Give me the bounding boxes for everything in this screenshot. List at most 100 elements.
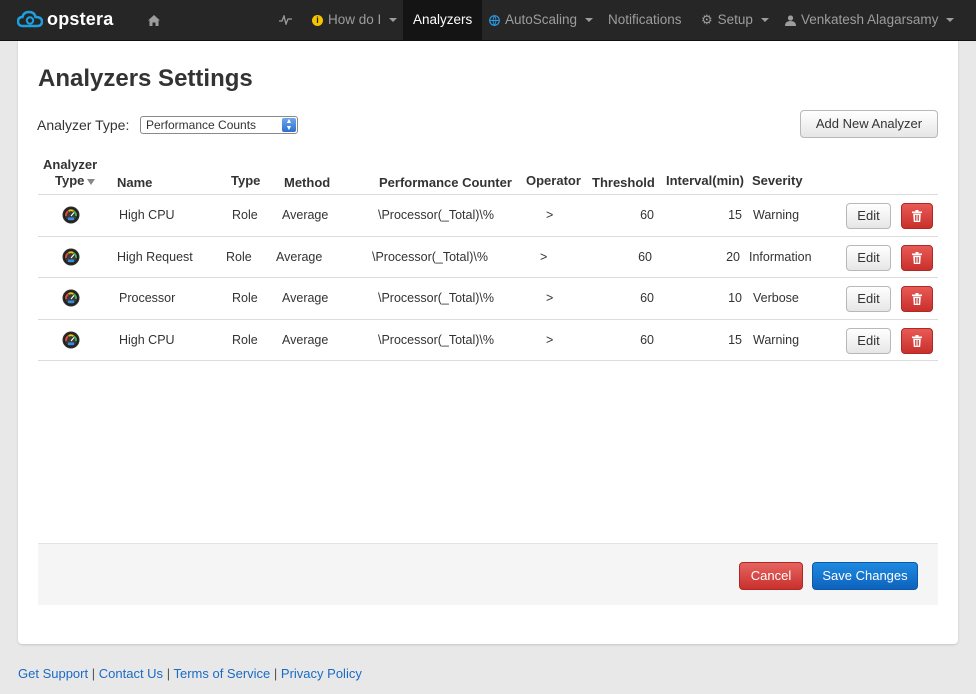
cell-method: Average xyxy=(282,208,329,222)
gear-icon: ⚙ xyxy=(701,12,713,27)
select-arrows-icon: ▲ ▼ xyxy=(282,118,296,132)
cell-interval: 20 xyxy=(726,250,740,264)
performance-gauge-icon xyxy=(62,289,80,307)
header-analyzer-type-label: Type xyxy=(55,173,85,188)
chevron-down-icon xyxy=(760,18,769,22)
nav-how-do-i-label: How do I xyxy=(328,12,382,27)
nav-setup-label: Setup xyxy=(717,12,753,27)
edit-button[interactable]: Edit xyxy=(846,203,891,229)
table-row: High CPU Role Average \Processor(_Total)\% >… xyxy=(38,319,938,361)
delete-button[interactable] xyxy=(901,328,933,354)
cell-method: Average xyxy=(282,333,329,347)
cell-name: High Request xyxy=(117,250,193,264)
nav-notifications[interactable]: Notifications xyxy=(608,0,682,40)
cell-interval: 15 xyxy=(728,333,742,347)
cell-operator: > xyxy=(540,250,548,264)
contact-us-link[interactable]: Contact Us xyxy=(99,666,163,681)
home-icon xyxy=(148,14,160,26)
performance-gauge-icon xyxy=(62,248,80,266)
privacy-policy-link[interactable]: Privacy Policy xyxy=(281,666,362,681)
edit-button[interactable]: Edit xyxy=(846,286,891,312)
cell-interval: 10 xyxy=(728,291,742,305)
header-name: Name xyxy=(117,175,153,190)
pulse-icon xyxy=(279,15,292,25)
sort-desc-icon xyxy=(87,178,96,185)
get-support-link[interactable]: Get Support xyxy=(18,666,88,681)
table-row: High Request Role Average \Processor(_Total… xyxy=(38,236,938,278)
header-operator: Operator xyxy=(526,173,581,188)
nav-notifications-label: Notifications xyxy=(608,12,682,27)
top-navbar: opstera i How do I Analyzers AutoScaling… xyxy=(0,0,976,41)
edit-button[interactable]: Edit xyxy=(846,245,891,271)
delete-button[interactable] xyxy=(901,245,933,271)
nav-how-do-i[interactable]: i How do I xyxy=(312,0,398,40)
cell-threshold: 60 xyxy=(640,208,654,222)
header-threshold: Threshold xyxy=(592,175,655,190)
cell-method: Average xyxy=(276,250,323,264)
footer-links: Get Support | Contact Us | Terms of Serv… xyxy=(18,666,362,681)
cell-method: Average xyxy=(282,291,329,305)
user-icon xyxy=(785,14,796,26)
brand-logo[interactable]: opstera xyxy=(17,7,113,31)
cell-type: Role xyxy=(232,333,258,347)
cell-name: High CPU xyxy=(119,208,175,222)
analyzer-type-select[interactable]: Performance Counts ▲ ▼ xyxy=(140,116,298,134)
delete-button[interactable] xyxy=(901,286,933,312)
nav-home[interactable] xyxy=(148,0,160,40)
header-severity: Severity xyxy=(752,173,803,188)
cell-counter: \Processor(_Total)\% xyxy=(378,333,495,347)
settings-panel: Analyzers Settings Analyzer Type: Perfor… xyxy=(18,41,958,644)
table-row: High CPU Role Average \Processor(_Total)\% >… xyxy=(38,194,938,236)
globe-icon xyxy=(489,14,500,26)
cell-name: Processor xyxy=(119,291,176,305)
terms-of-service-link[interactable]: Terms of Service xyxy=(173,666,270,681)
brand-name: opstera xyxy=(47,8,114,29)
cell-threshold: 60 xyxy=(640,333,654,347)
chevron-down-icon xyxy=(946,18,955,22)
nav-autoscaling-label: AutoScaling xyxy=(505,12,578,27)
header-counter: Performance Counter xyxy=(379,175,512,190)
cancel-button[interactable]: Cancel xyxy=(739,562,803,590)
table-row: Processor Role Average \Processor(_Total)\%… xyxy=(38,277,938,319)
cell-name: High CPU xyxy=(119,333,175,347)
trash-icon xyxy=(912,252,922,264)
info-icon: i xyxy=(312,14,323,26)
cell-counter: \Processor(_Total)\% xyxy=(372,250,489,264)
cell-severity: Verbose xyxy=(753,291,799,305)
performance-gauge-icon xyxy=(62,206,80,224)
separator: | xyxy=(166,666,171,681)
nav-setup[interactable]: ⚙ Setup xyxy=(701,0,769,40)
analyzer-type-label: Analyzer Type: xyxy=(37,117,130,133)
cell-counter: \Processor(_Total)\% xyxy=(378,291,495,305)
separator: | xyxy=(91,666,96,681)
cell-severity: Information xyxy=(749,250,812,264)
cell-type: Role xyxy=(232,291,258,305)
cell-threshold: 60 xyxy=(640,291,654,305)
header-analyzer-type[interactable]: Type xyxy=(55,173,96,188)
cell-operator: > xyxy=(546,333,554,347)
delete-button[interactable] xyxy=(901,203,933,229)
cell-severity: Warning xyxy=(753,333,800,347)
chevron-down-icon xyxy=(585,18,594,22)
save-changes-button[interactable]: Save Changes xyxy=(812,562,918,590)
separator: | xyxy=(273,666,278,681)
cell-interval: 15 xyxy=(728,208,742,222)
form-actions: Cancel Save Changes xyxy=(38,543,938,605)
nav-analyzers[interactable]: Analyzers xyxy=(403,0,483,40)
nav-user-label: Venkatesh Alagarsamy xyxy=(801,12,939,27)
cell-severity: Warning xyxy=(753,208,800,222)
performance-gauge-icon xyxy=(62,331,80,349)
cell-threshold: 60 xyxy=(638,250,652,264)
header-interval: Interval(min) xyxy=(666,173,745,188)
trash-icon xyxy=(912,293,922,305)
nav-pulse[interactable] xyxy=(279,0,292,40)
nav-user-menu[interactable]: Venkatesh Alagarsamy xyxy=(785,0,955,40)
edit-button[interactable]: Edit xyxy=(846,328,891,354)
cell-counter: \Processor(_Total)\% xyxy=(378,208,495,222)
add-new-analyzer-button[interactable]: Add New Analyzer xyxy=(800,110,938,138)
cell-type: Role xyxy=(226,250,252,264)
nav-analyzers-label: Analyzers xyxy=(413,12,473,27)
page-title: Analyzers Settings xyxy=(38,65,253,92)
nav-autoscaling[interactable]: AutoScaling xyxy=(489,0,594,40)
cell-operator: > xyxy=(546,291,554,305)
